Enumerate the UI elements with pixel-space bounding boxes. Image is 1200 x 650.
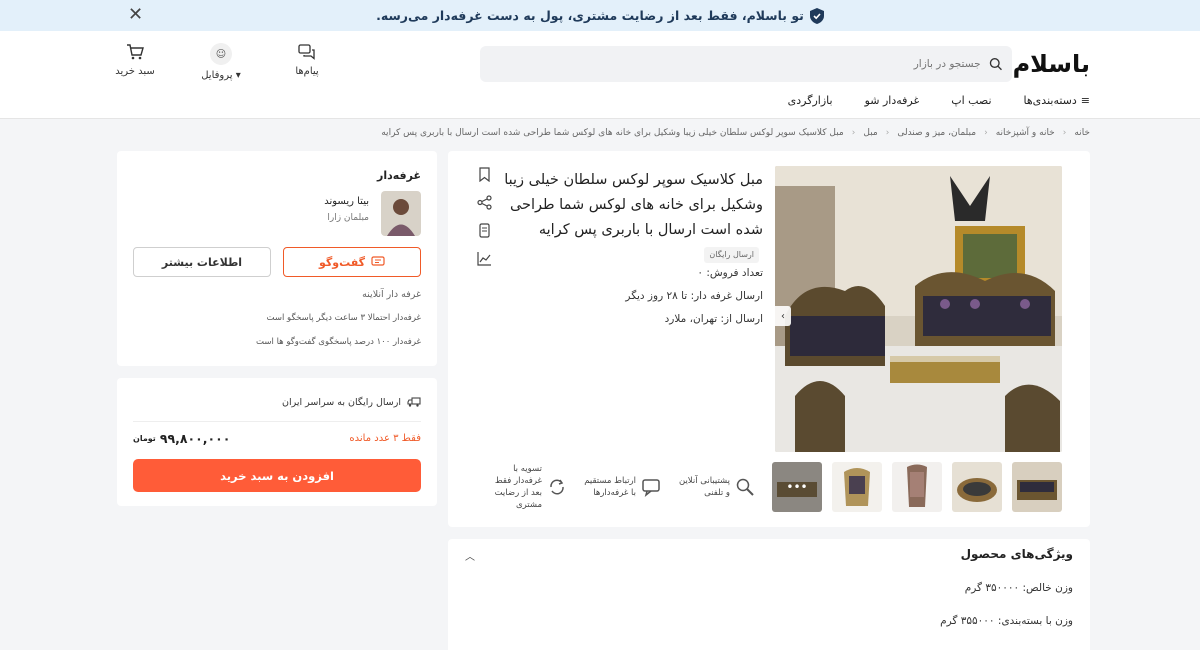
- product-actions: [477, 167, 492, 266]
- header-actions: سبد خرید ☺ پروفایل ▾ پیام‌ها: [110, 43, 332, 81]
- profile-button[interactable]: ☺ پروفایل ▾: [196, 43, 246, 81]
- divider: [133, 421, 421, 422]
- feature-settlement: تسویه با غرفه‌دار فقط بعد از رضایت مشتری: [487, 463, 567, 511]
- menu-icon: ≡: [1080, 94, 1090, 107]
- nav-install-app[interactable]: نصب اپ: [951, 94, 991, 107]
- ship-time: ارسال غرفه دار: تا ۲۸ روز دیگر: [625, 290, 763, 302]
- breadcrumb: خانه ‹ خانه و آشپزخانه ‹ مبلمان، میز و صند…: [381, 128, 1090, 138]
- bookmark-icon[interactable]: [477, 167, 492, 182]
- chat-button[interactable]: گفت‌وگو: [283, 247, 421, 277]
- thumbnail[interactable]: [1012, 462, 1062, 512]
- cart-label: سبد خرید: [115, 66, 155, 77]
- nav-become-seller[interactable]: غرفه‌دار شو: [865, 94, 920, 107]
- currency: تومان: [133, 434, 156, 443]
- product-main-image[interactable]: ›: [775, 166, 1062, 452]
- thumbnail[interactable]: [892, 462, 942, 512]
- cart-icon: [127, 44, 144, 60]
- cart-button[interactable]: سبد خرید: [110, 43, 160, 81]
- price-value: ۹۹,۸۰۰,۰۰۰: [159, 431, 231, 446]
- nav-browse-market[interactable]: بازارگردی: [788, 94, 833, 107]
- feature-support: پشتیبانی آنلاین و تلفنی: [675, 463, 755, 511]
- breadcrumb-item[interactable]: مبلمان، میز و صندلی: [897, 128, 976, 138]
- banner-message: تو باسلام، فقط بعد از رضایت مشتری، پول ب…: [376, 7, 824, 24]
- thumbnail[interactable]: [832, 462, 882, 512]
- free-shipping-badge: ارسال رایگان: [704, 247, 759, 263]
- main-nav: ≡ دسته‌بندی‌ها نصب اپ غرفه‌دار شو بازارگر…: [788, 94, 1090, 107]
- support-search-icon: [736, 478, 754, 496]
- top-banner: تو باسلام، فقط بعد از رضایت مشتری، پول ب…: [0, 0, 1200, 31]
- breadcrumb-item[interactable]: مبل: [863, 128, 877, 138]
- messages-label: پیام‌ها: [295, 66, 319, 77]
- truck-icon: [407, 397, 421, 407]
- seller-response-rate: غرفه‌دار ۱۰۰ درصد پاسخگوی گفت‌وگو ها است: [256, 337, 421, 347]
- more-info-button[interactable]: اطلاعات بیشتر: [133, 247, 271, 277]
- free-shipping-info: ارسال رایگان به سراسر ایران: [282, 396, 421, 408]
- spec-net-weight: وزن خالص: ۳۵۰۰۰۰ گرم: [964, 582, 1073, 594]
- breadcrumb-item[interactable]: خانه: [1074, 128, 1090, 138]
- specs-card: ویژگی‌های محصول ︿ وزن خالص: ۳۵۰۰۰۰ گرم و…: [448, 539, 1090, 650]
- thumbnail-more[interactable]: •••: [772, 462, 822, 512]
- messages-button[interactable]: پیام‌ها: [282, 43, 332, 81]
- thumbnail-strip: •••: [772, 462, 1062, 512]
- trust-features: پشتیبانی آنلاین و تلفنی ارتباط مستقیم با…: [487, 463, 755, 511]
- product-meta: تعداد فروش: ۰ ارسال غرفه دار: تا ۲۸ روز …: [625, 267, 763, 336]
- breadcrumb-current: مبل کلاسیک سوپر لوکس سلطان خیلی زیبا وشک…: [381, 128, 844, 138]
- product-card: › ••• مبل کلاسیک سوپر لوکس سلطان خیلی زی…: [448, 151, 1090, 527]
- seller-online-status: غرفه دار آنلاینه: [362, 289, 421, 300]
- chevron-right-icon[interactable]: ›: [775, 306, 791, 326]
- chevron-up-icon[interactable]: ︿: [465, 548, 475, 563]
- seller-name[interactable]: بیتا ریسوند: [324, 196, 369, 207]
- specs-title: ویژگی‌های محصول: [960, 547, 1073, 561]
- search-input[interactable]: [490, 58, 981, 70]
- buy-card: ارسال رایگان به سراسر ایران فقط ۳ عدد ما…: [117, 378, 437, 506]
- profile-icon: ☺: [210, 43, 232, 65]
- thumbnail[interactable]: [952, 462, 1002, 512]
- nav-categories[interactable]: ≡ دسته‌بندی‌ها: [1024, 94, 1090, 107]
- seller-heading: غرفه‌دار: [377, 169, 421, 182]
- price: ۹۹,۸۰۰,۰۰۰ تومان: [133, 431, 230, 446]
- seller-response-time: غرفه‌دار احتمالا ۳ ساعت دیگر پاسخگو است: [266, 313, 421, 323]
- report-icon[interactable]: [477, 223, 492, 238]
- search-bar[interactable]: [480, 46, 1012, 82]
- search-icon[interactable]: [989, 57, 1002, 71]
- banner-text: تو باسلام، فقط بعد از رضایت مشتری، پول ب…: [376, 8, 804, 23]
- logo[interactable]: باسلام: [1013, 50, 1091, 78]
- seller-avatar[interactable]: [381, 191, 421, 236]
- close-icon[interactable]: ✕: [128, 4, 143, 25]
- feature-direct-contact: ارتباط مستقیم با غرفه‌دارها: [581, 463, 661, 511]
- product-title: مبل کلاسیک سوپر لوکس سلطان خیلی زیبا وشک…: [501, 168, 763, 268]
- breadcrumb-item[interactable]: خانه و آشپزخانه: [996, 128, 1055, 138]
- shield-icon: [809, 7, 824, 24]
- ship-from: ارسال از: تهران، ملارد: [664, 313, 763, 325]
- sales-count: تعداد فروش: ۰: [697, 267, 763, 279]
- chat-icon: [642, 479, 660, 497]
- add-to-cart-button[interactable]: افزودن به سبد خرید: [133, 459, 421, 492]
- seller-card: غرفه‌دار بیتا ریسوند مبلمان زارا گفت‌وگو…: [117, 151, 437, 366]
- stock-warning: فقط ۳ عدد مانده: [349, 433, 421, 444]
- site-header: باسلام سبد خرید ☺ پروفایل ▾ پیام‌ها ≡دست…: [0, 31, 1200, 119]
- chat-bubbles-icon: [298, 44, 315, 60]
- profile-label: پروفایل ▾: [201, 70, 241, 81]
- spec-package-weight: وزن با بسته‌بندی: ۳۵۵۰۰۰ گرم: [940, 615, 1073, 627]
- refresh-icon: [550, 479, 564, 495]
- sofa-photo: [775, 166, 1062, 452]
- chart-icon[interactable]: [477, 251, 492, 266]
- chat-icon: [371, 256, 385, 266]
- seller-shop[interactable]: مبلمان زارا: [327, 213, 369, 223]
- share-icon[interactable]: [477, 195, 492, 210]
